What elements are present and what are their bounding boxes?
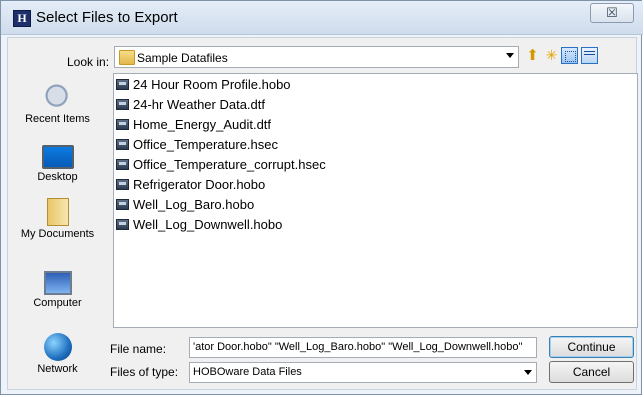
list-item[interactable]: Refrigerator Door.hobo xyxy=(116,177,265,195)
chevron-down-icon[interactable] xyxy=(506,53,514,58)
file-name: 24-hr Weather Data.dtf xyxy=(133,97,265,112)
list-item[interactable]: Office_Temperature.hsec xyxy=(116,137,278,155)
file-icon xyxy=(116,159,129,170)
network-icon xyxy=(43,333,72,361)
view-menu-icon[interactable] xyxy=(561,47,578,64)
file-icon xyxy=(116,99,129,110)
file-icon xyxy=(116,139,129,150)
folder-icon xyxy=(119,50,135,65)
look-in-value: Sample Datafiles xyxy=(137,51,228,65)
file-icon xyxy=(116,79,129,90)
file-icon xyxy=(116,179,129,190)
list-item[interactable]: 24 Hour Room Profile.hobo xyxy=(116,77,291,95)
file-name: Office_Temperature_corrupt.hsec xyxy=(133,157,326,172)
place-label: My Documents xyxy=(20,228,95,240)
file-name: Well_Log_Downwell.hobo xyxy=(133,217,283,232)
recent-items-icon xyxy=(43,83,72,111)
file-icon xyxy=(116,199,129,210)
list-item[interactable]: Home_Energy_Audit.dtf xyxy=(116,117,271,135)
dialog-title: Select Files to Export xyxy=(36,9,178,26)
file-icon xyxy=(116,219,129,230)
cancel-button[interactable]: Cancel xyxy=(549,361,634,383)
file-name-input[interactable]: 'ator Door.hobo" "Well_Log_Baro.hobo" "W… xyxy=(189,337,537,358)
documents-icon xyxy=(46,198,69,226)
look-in-label: Look in: xyxy=(67,55,110,69)
place-desktop[interactable]: Desktop xyxy=(9,145,106,183)
file-name: Refrigerator Door.hobo xyxy=(133,177,266,192)
look-in-dropdown[interactable]: Sample Datafiles xyxy=(114,46,519,68)
list-item[interactable]: Well_Log_Baro.hobo xyxy=(116,197,254,215)
details-view-icon[interactable] xyxy=(581,47,598,64)
new-folder-icon[interactable]: ✳ xyxy=(543,47,560,64)
up-one-level-icon[interactable]: ⬆ xyxy=(524,47,541,64)
places-bar: Recent Items Desktop My Documents Comput… xyxy=(9,75,106,383)
list-item[interactable]: Office_Temperature_corrupt.hsec xyxy=(116,157,326,175)
chevron-down-icon[interactable] xyxy=(524,370,532,375)
file-type-label: Files of type: xyxy=(110,365,179,379)
file-name: Well_Log_Baro.hobo xyxy=(133,197,255,212)
desktop-icon xyxy=(41,145,74,169)
title-bar[interactable]: H Select Files to Export ☒ xyxy=(1,1,643,35)
hoboware-app-icon: H xyxy=(13,10,31,27)
place-network[interactable]: Network xyxy=(9,333,106,375)
close-button[interactable]: ☒ xyxy=(590,3,634,23)
file-name: Home_Energy_Audit.dtf xyxy=(133,117,272,132)
file-type-value: HOBOware Data Files xyxy=(193,366,302,378)
place-computer[interactable]: Computer xyxy=(9,271,106,309)
continue-button[interactable]: Continue xyxy=(549,336,634,358)
dialog-body: Look in: Sample Datafiles ⬆ ✳ Recent Ite… xyxy=(7,37,638,390)
place-label: Recent Items xyxy=(25,113,90,125)
file-name: 24 Hour Room Profile.hobo xyxy=(133,77,291,92)
place-label: Desktop xyxy=(37,171,78,183)
place-my-documents[interactable]: My Documents xyxy=(9,198,106,240)
place-recent-items[interactable]: Recent Items xyxy=(9,83,106,125)
computer-icon xyxy=(43,271,72,295)
list-item[interactable]: 24-hr Weather Data.dtf xyxy=(116,97,265,115)
file-name-label: File name: xyxy=(110,342,167,356)
place-label: Network xyxy=(37,363,78,375)
file-name: Office_Temperature.hsec xyxy=(133,137,278,152)
place-label: Computer xyxy=(33,297,82,309)
export-dialog: H Select Files to Export ☒ Look in: Samp… xyxy=(0,0,643,395)
list-item[interactable]: Well_Log_Downwell.hobo xyxy=(116,217,282,235)
file-icon xyxy=(116,119,129,130)
file-list[interactable]: 24 Hour Room Profile.hobo 24-hr Weather … xyxy=(113,73,638,328)
file-type-dropdown[interactable]: HOBOware Data Files xyxy=(189,362,537,383)
